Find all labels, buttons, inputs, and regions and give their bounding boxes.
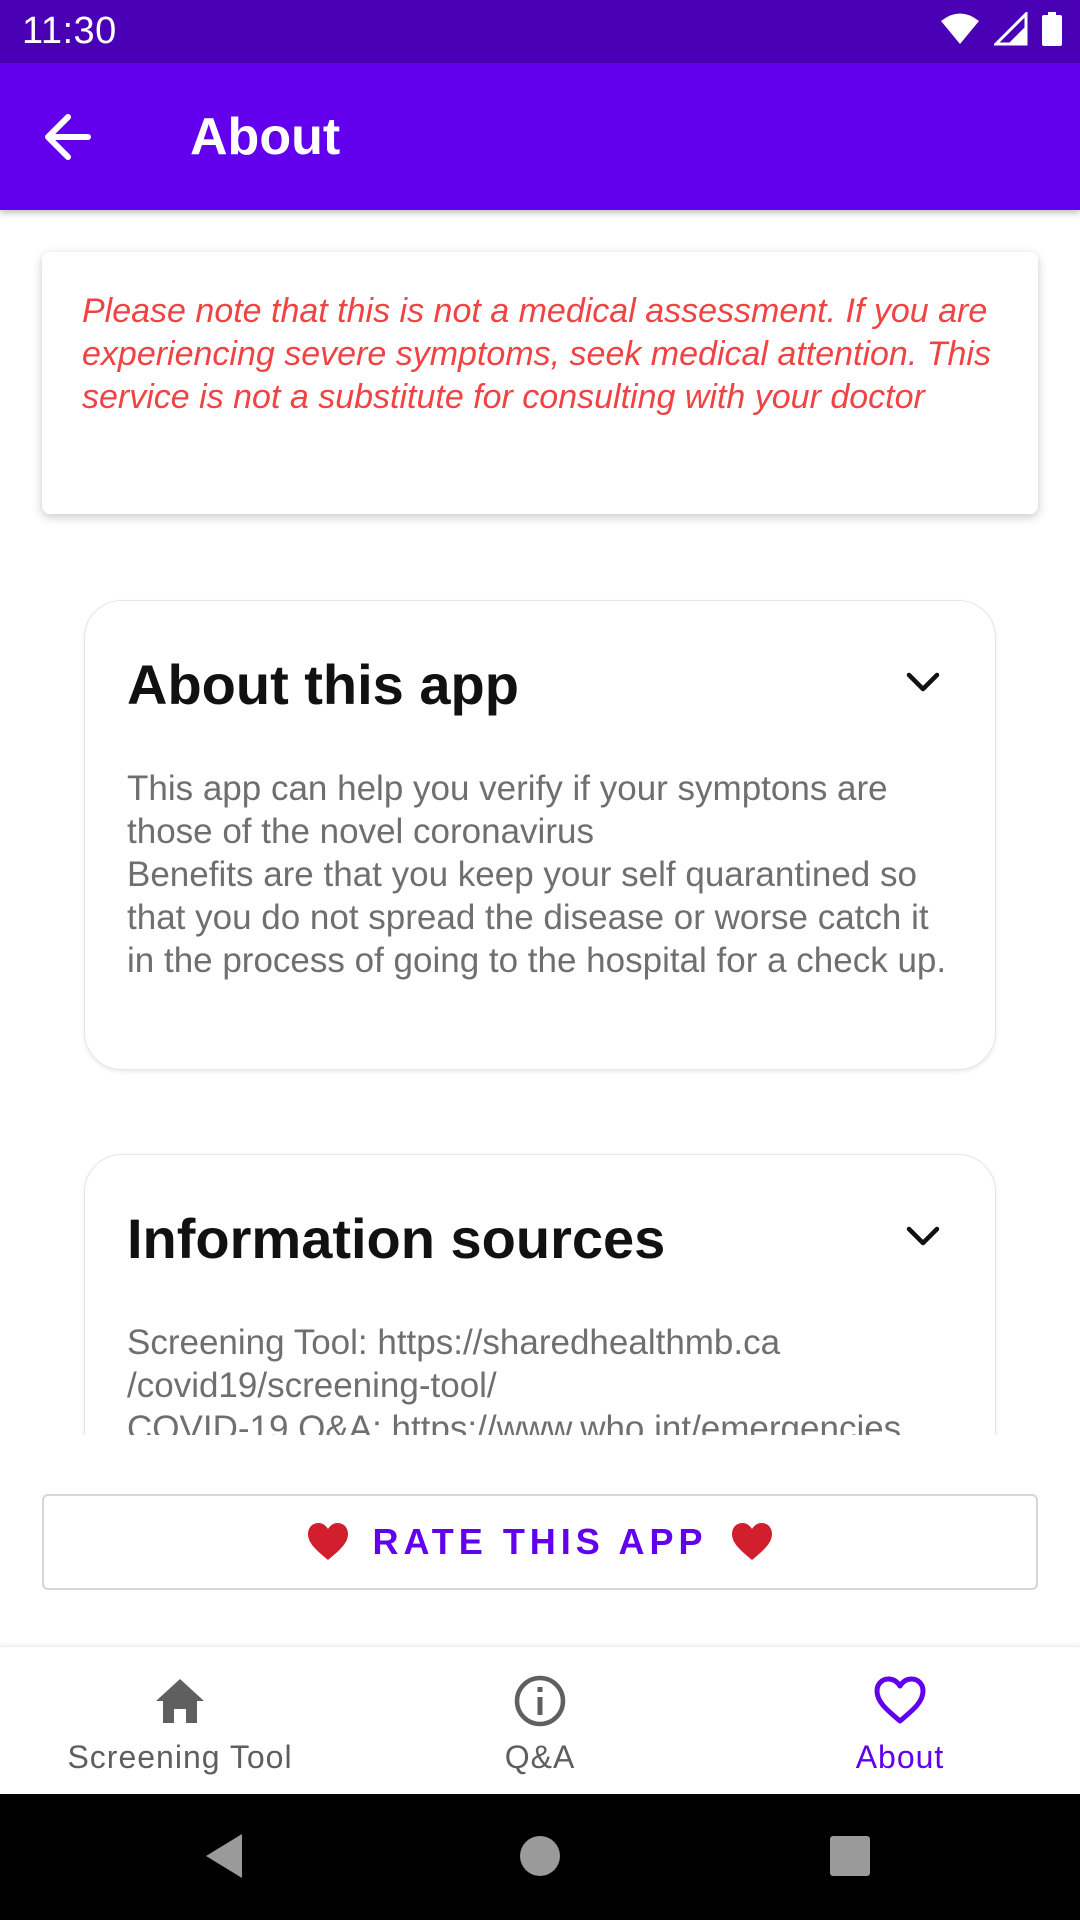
status-time: 11:30 — [22, 10, 117, 52]
back-button[interactable] — [40, 109, 100, 165]
page-title: About — [190, 108, 341, 166]
bottom-navigation: Screening Tool Q&A About — [0, 1646, 1080, 1795]
app-bar: About — [0, 63, 1080, 210]
nav-label-about: About — [855, 1739, 945, 1775]
home-circle-icon[interactable] — [518, 1834, 562, 1878]
back-triangle-icon[interactable] — [204, 1832, 244, 1880]
disclaimer-text: Please note that this is not a medical a… — [82, 292, 991, 416]
heart-outline-icon — [874, 1676, 926, 1724]
signal-icon — [994, 12, 1028, 46]
arrow-left-icon — [45, 114, 91, 160]
nav-item-screening-tool[interactable]: Screening Tool — [0, 1647, 360, 1795]
status-icons — [940, 12, 1062, 46]
home-icon — [156, 1679, 204, 1723]
nav-label-qa: Q&A — [504, 1739, 576, 1775]
nav-item-about[interactable]: About — [720, 1647, 1080, 1795]
info-icon — [514, 1675, 566, 1727]
system-navigation-bar — [0, 1794, 1080, 1920]
content-scroll[interactable]: Please note that this is not a medical a… — [0, 210, 1080, 1435]
chevron-down-icon[interactable] — [903, 663, 943, 703]
heart-icon — [308, 1523, 349, 1560]
nav-label-screening-tool: Screening Tool — [67, 1739, 293, 1775]
status-bar: 11:30 — [0, 0, 1080, 63]
information-sources-title: Information sources — [127, 1207, 666, 1270]
information-sources-card[interactable]: Information sources Screening Tool: http… — [84, 1154, 996, 1435]
rate-app-label: RATE THIS APP — [372, 1521, 708, 1562]
about-app-card[interactable]: About this app This app can help you ver… — [84, 600, 996, 1070]
chevron-down-icon[interactable] — [903, 1217, 943, 1257]
heart-icon — [731, 1523, 772, 1560]
nav-item-qa[interactable]: Q&A — [360, 1647, 720, 1795]
about-app-title: About this app — [127, 653, 519, 716]
information-sources-body[interactable]: Screening Tool: https://sharedhealthmb.c… — [127, 1321, 953, 1435]
wifi-icon — [941, 13, 979, 44]
about-app-body: This app can help you verify if your sym… — [127, 769, 947, 980]
recents-square-icon[interactable] — [830, 1836, 870, 1876]
disclaimer-card: Please note that this is not a medical a… — [42, 252, 1038, 514]
rate-app-button[interactable]: RATE THIS APP — [42, 1494, 1038, 1590]
battery-icon — [1042, 12, 1062, 46]
